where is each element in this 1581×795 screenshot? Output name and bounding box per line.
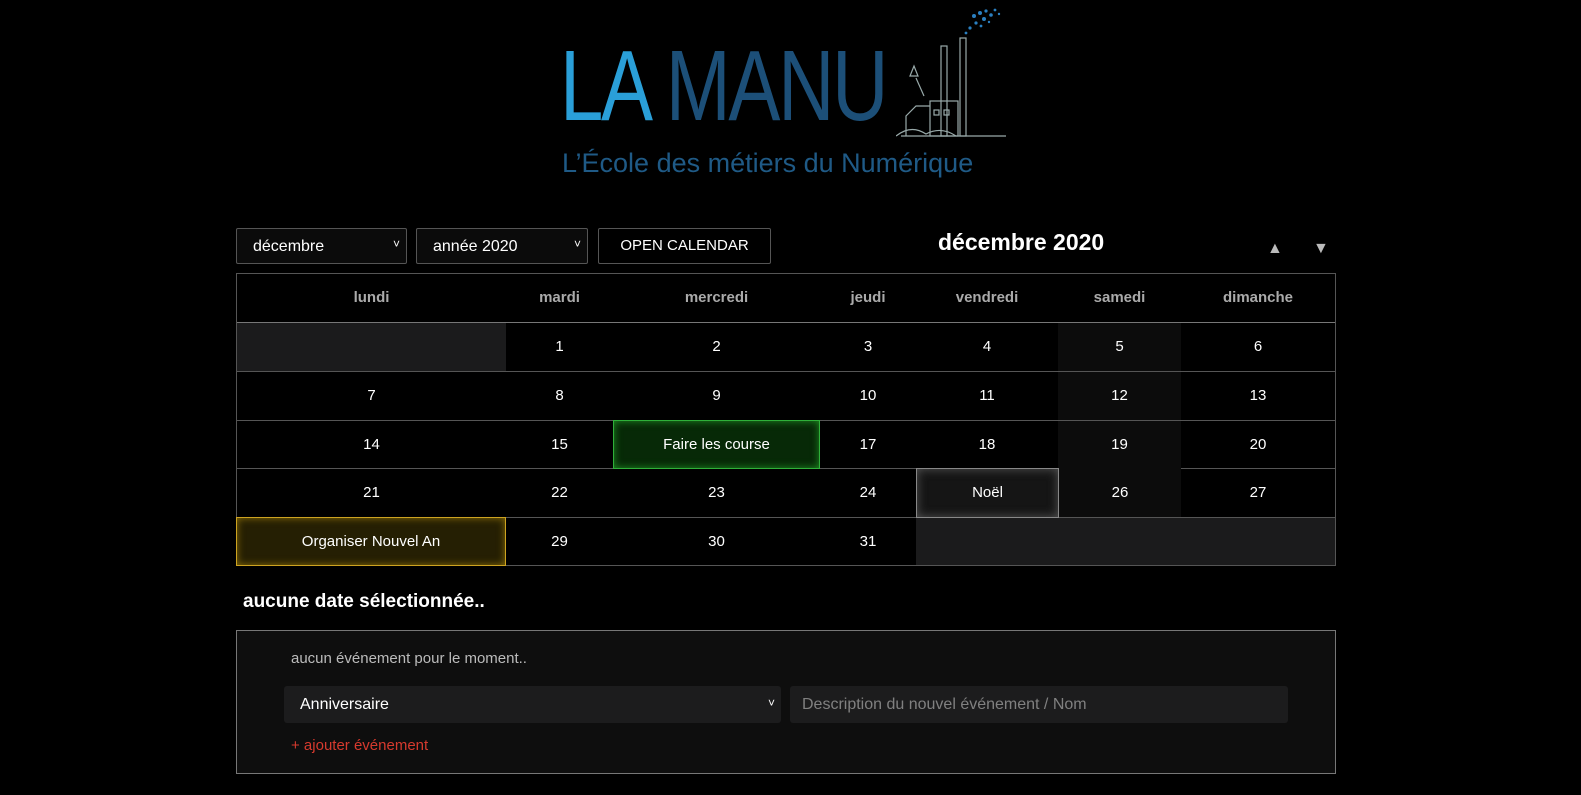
- day-cell[interactable]: 13: [1181, 372, 1335, 420]
- day-cell[interactable]: 29: [506, 518, 613, 566]
- day-cell[interactable]: 15: [506, 421, 613, 469]
- day-cell-empty: [916, 518, 1335, 565]
- logo-title-manu: MANU: [665, 30, 889, 142]
- day-cell[interactable]: 9: [613, 372, 820, 420]
- weekday-dimanche: dimanche: [1222, 289, 1294, 306]
- calendar-header: lundi mardi mercredi jeudi vendredi same…: [237, 274, 1335, 323]
- day-cell[interactable]: 8: [506, 372, 613, 420]
- add-event-link[interactable]: + ajouter événement: [291, 737, 428, 754]
- day-cell-event[interactable]: Organiser Nouvel An: [236, 517, 506, 566]
- day-cell[interactable]: 19: [1058, 421, 1181, 469]
- logo-title-la: LA: [560, 30, 666, 142]
- event-type-value: Anniversaire: [300, 696, 389, 713]
- previous-month-arrow-icon[interactable]: ▲: [1267, 240, 1283, 258]
- month-title: décembre 2020: [938, 229, 1105, 255]
- day-cell[interactable]: 3: [820, 323, 916, 371]
- event-panel: aucun événement pour le moment.. Anniver…: [236, 630, 1336, 774]
- selected-date-label: aucune date sélectionnée..: [243, 591, 485, 612]
- weekday-lundi: lundi: [353, 289, 390, 306]
- logo: LA MANU L’École des métiers du Numérique: [560, 6, 1010, 182]
- day-cell[interactable]: 7: [237, 372, 506, 420]
- weekday-mercredi: mercredi: [684, 289, 749, 306]
- event-type-select[interactable]: Anniversaire ˅: [284, 686, 781, 723]
- day-cell[interactable]: 14: [237, 421, 506, 469]
- weekday-samedi: samedi: [1093, 289, 1146, 306]
- logo-title: LA MANU: [560, 36, 888, 136]
- weekday-jeudi: jeudi: [850, 289, 886, 306]
- event-description-input[interactable]: [790, 686, 1288, 723]
- day-cell[interactable]: 26: [1059, 469, 1181, 517]
- day-cell[interactable]: 17: [820, 421, 916, 469]
- day-cell[interactable]: 22: [506, 469, 613, 517]
- day-cell[interactable]: 21: [237, 469, 506, 517]
- day-cell[interactable]: 27: [1181, 469, 1335, 517]
- chevron-down-icon: ˅: [573, 237, 581, 251]
- day-cell-event[interactable]: Noël: [916, 468, 1059, 518]
- month-select-value: décembre: [253, 238, 325, 255]
- day-cell-event[interactable]: Faire les course: [613, 420, 820, 469]
- calendar-grid: lundi mardi mercredi jeudi vendredi same…: [236, 273, 1336, 566]
- year-select[interactable]: année 2020 ˅: [416, 228, 588, 264]
- no-event-message: aucun événement pour le moment..: [291, 650, 527, 667]
- weekday-vendredi: vendredi: [955, 289, 1019, 306]
- day-cell-empty: [237, 323, 506, 371]
- month-select[interactable]: décembre ˅: [236, 228, 407, 264]
- day-cell[interactable]: 24: [820, 469, 916, 517]
- day-cell[interactable]: 11: [916, 372, 1058, 420]
- day-cell[interactable]: 10: [820, 372, 916, 420]
- day-cell[interactable]: 18: [916, 421, 1058, 469]
- day-cell[interactable]: 2: [613, 323, 820, 371]
- day-cell[interactable]: 30: [613, 518, 820, 566]
- factory-logo-icon: [896, 8, 1006, 137]
- chevron-down-icon: ˅: [392, 237, 400, 251]
- year-select-value: année 2020: [433, 238, 518, 255]
- day-cell[interactable]: 31: [820, 518, 916, 566]
- weekday-mardi: mardi: [539, 289, 580, 306]
- chevron-down-icon: ˅: [767, 696, 775, 710]
- day-cell[interactable]: 23: [613, 469, 820, 517]
- open-calendar-button[interactable]: OPEN CALENDAR: [598, 228, 771, 264]
- day-cell[interactable]: 20: [1181, 421, 1335, 469]
- next-month-arrow-icon[interactable]: ▼: [1313, 240, 1329, 258]
- day-cell[interactable]: 1: [506, 323, 613, 371]
- day-cell[interactable]: 4: [916, 323, 1058, 371]
- day-cell[interactable]: 12: [1058, 372, 1181, 420]
- day-cell[interactable]: 6: [1181, 323, 1335, 371]
- logo-subtitle: L’École des métiers du Numérique: [562, 148, 974, 178]
- day-cell[interactable]: 5: [1058, 323, 1181, 371]
